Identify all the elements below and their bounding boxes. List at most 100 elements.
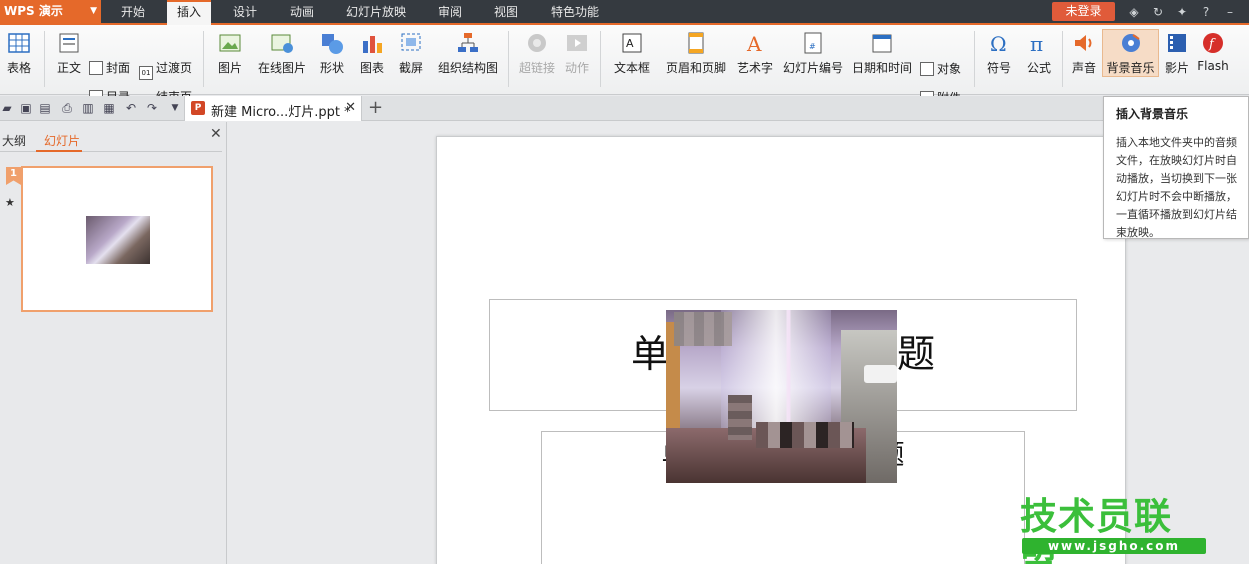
header-footer-button[interactable]: 页眉和页脚 — [664, 31, 728, 76]
transition-page-button[interactable]: 01 过渡页 — [139, 59, 192, 80]
print-icon[interactable]: ⎙ — [60, 101, 74, 115]
shapes-label: 形状 — [319, 61, 344, 75]
wordart-button[interactable]: A 艺术字 — [735, 31, 775, 76]
tab-slides[interactable]: 幻灯片 — [44, 132, 80, 149]
document-tab[interactable]: P 新建 Micro...灯片.ppt * ✕ — [184, 96, 362, 121]
pixelated-area — [674, 312, 732, 346]
chart-button[interactable]: 图表 — [358, 31, 386, 76]
flash-icon: f — [1203, 33, 1223, 53]
inserted-photo[interactable] — [666, 310, 897, 483]
textbox-label: 文本框 — [613, 61, 650, 75]
tab-slideshow[interactable]: 幻灯片放映 — [338, 0, 414, 23]
picture-button[interactable]: 图片 — [211, 31, 249, 76]
header-footer-label: 页眉和页脚 — [665, 61, 726, 75]
slide-number-button[interactable]: # 幻灯片编号 — [781, 31, 845, 76]
table-label: 表格 — [6, 61, 31, 75]
online-picture-icon — [271, 34, 293, 53]
slide-thumbnail[interactable] — [21, 166, 213, 312]
photo-air-conditioner — [864, 365, 897, 383]
login-button[interactable]: 未登录 — [1052, 2, 1115, 21]
action-label: 动作 — [564, 61, 589, 75]
movie-label: 影片 — [1164, 61, 1189, 75]
object-button[interactable]: 对象 — [920, 60, 961, 77]
redo-icon[interactable]: ↷ — [145, 101, 159, 115]
close-tab-icon[interactable]: ✕ — [345, 100, 356, 115]
find-icon[interactable]: ▦ — [102, 101, 116, 115]
sound-button[interactable]: 声音 — [1069, 31, 1099, 76]
action-button[interactable]: 动作 — [563, 31, 591, 76]
watermark-logo: 技术员联盟 www.jsgho.com — [1020, 496, 1208, 564]
help-icon[interactable]: ? — [1198, 4, 1214, 20]
table-button[interactable]: 表格 — [0, 31, 38, 76]
movie-button[interactable]: 影片 — [1162, 31, 1192, 76]
skin-icon[interactable]: ✦ — [1174, 4, 1190, 20]
flash-button[interactable]: f Flash — [1196, 31, 1230, 73]
org-chart-label: 组织结构图 — [437, 61, 498, 75]
slide-number-badge: 1 — [6, 167, 21, 185]
pixelated-area — [728, 395, 752, 440]
bg-music-button[interactable]: 背景音乐 — [1102, 29, 1159, 77]
customize-toolbar-icon[interactable]: ▼ — [168, 101, 182, 115]
tab-animation[interactable]: 动画 — [281, 0, 323, 23]
wps-presentation-window: WPS 演示 ▼ 开始 插入 设计 动画 幻灯片放映 审阅 视图 特色功能 未登… — [0, 0, 1249, 564]
watermark-url: www.jsgho.com — [1022, 538, 1206, 554]
org-chart-button[interactable]: 组织结构图 — [436, 31, 500, 76]
cover-button[interactable]: 封面 — [89, 59, 130, 76]
formula-button[interactable]: π 公式 — [1024, 31, 1054, 76]
pixelated-area — [756, 422, 854, 448]
chart-label: 图表 — [359, 61, 384, 75]
save-icon[interactable]: ▣ — [19, 101, 33, 115]
body-label: 正文 — [56, 61, 81, 75]
undo-icon[interactable]: ↶ — [124, 101, 138, 115]
settings-icon[interactable]: ◈ — [1126, 4, 1142, 20]
symbol-button[interactable]: Ω 符号 — [980, 31, 1018, 76]
date-time-label: 日期和时间 — [851, 61, 912, 75]
picture-icon — [219, 34, 241, 52]
ribbon-separator — [600, 31, 601, 87]
wordart-label: 艺术字 — [736, 61, 773, 75]
minimize-icon[interactable]: – — [1222, 4, 1238, 20]
svg-text:#: # — [809, 42, 816, 51]
sound-icon — [1075, 35, 1092, 51]
open-folder-icon[interactable]: ▰ — [0, 101, 14, 115]
thumbnail-image — [86, 216, 150, 264]
sound-label: 声音 — [1071, 61, 1096, 75]
tab-design[interactable]: 设计 — [224, 0, 266, 23]
tab-outline[interactable]: 大纲 — [2, 132, 26, 149]
flash-label: Flash — [1197, 59, 1229, 73]
ribbon-separator — [203, 31, 204, 87]
transition-page-icon: 01 — [139, 66, 153, 80]
app-menu-button[interactable]: WPS 演示 ▼ — [0, 0, 101, 23]
online-picture-button[interactable]: 在线图片 — [256, 31, 308, 76]
calendar-icon — [872, 34, 892, 53]
tab-home[interactable]: 开始 — [112, 0, 154, 23]
tab-special[interactable]: 特色功能 — [542, 0, 608, 23]
tab-review[interactable]: 审阅 — [429, 0, 471, 23]
online-picture-label: 在线图片 — [257, 61, 306, 75]
tab-view[interactable]: 视图 — [485, 0, 527, 23]
export-pdf-icon[interactable]: ▤ — [38, 101, 52, 115]
svg-text:Ω: Ω — [990, 32, 1007, 55]
body-button[interactable]: 正文 — [53, 31, 85, 76]
cover-icon — [89, 61, 103, 75]
active-tab-indicator — [36, 150, 82, 152]
tab-insert[interactable]: 插入 — [167, 0, 211, 25]
refresh-icon[interactable]: ↻ — [1150, 4, 1166, 20]
textbox-button[interactable]: A 文本框 — [608, 31, 656, 76]
close-panel-icon[interactable]: ✕ — [210, 126, 222, 142]
screenshot-button[interactable]: 截屏 — [392, 31, 430, 76]
action-icon — [567, 35, 587, 51]
date-time-button[interactable]: 日期和时间 — [850, 31, 914, 76]
hyperlink-button[interactable]: 超链接 — [517, 31, 557, 76]
shapes-button[interactable]: 形状 — [313, 31, 351, 76]
ribbon-insert: 表格 正文 封面 01过渡页 目录 END结束页 图片 在线图片 — [0, 25, 1249, 110]
chevron-down-icon: ▼ — [90, 6, 97, 16]
svg-text:A: A — [746, 32, 762, 55]
formula-icon: π — [1030, 32, 1043, 55]
new-tab-icon[interactable]: + — [368, 98, 383, 118]
symbol-label: 符号 — [986, 61, 1011, 75]
hyperlink-label: 超链接 — [518, 61, 555, 75]
print-preview-icon[interactable]: ▥ — [81, 101, 95, 115]
tooltip-body: 插入本地文件夹中的音频文件，在放映幻灯片时自动播放，当切换到下一张幻灯片时不会中… — [1116, 136, 1237, 239]
bg-music-tooltip: 插入背景音乐 插入本地文件夹中的音频文件，在放映幻灯片时自动播放，当切换到下一张… — [1103, 96, 1249, 239]
